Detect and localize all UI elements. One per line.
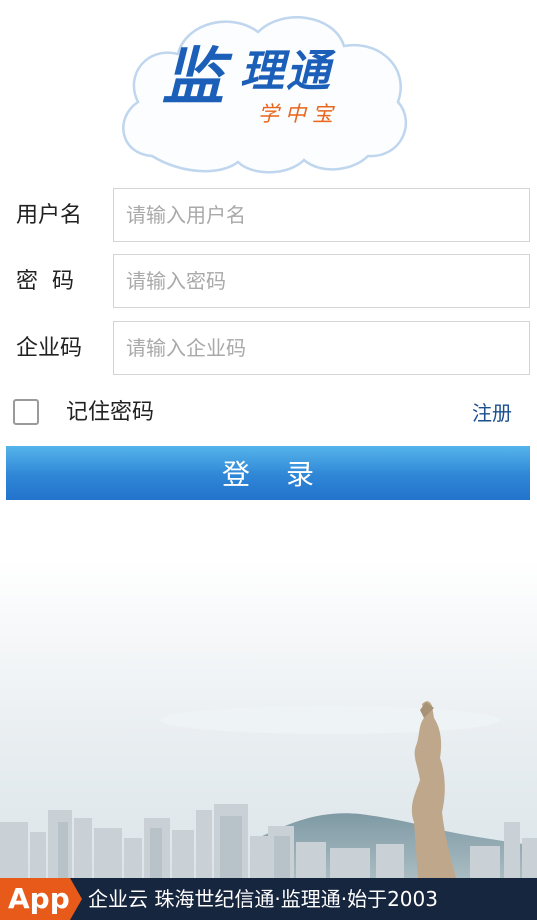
register-link[interactable]: 注册 (472, 388, 512, 438)
username-label: 用户名 (16, 203, 83, 228)
app-badge-label: App (8, 882, 70, 915)
logo-tail-text: 理通 (240, 46, 332, 97)
company-code-input[interactable] (113, 321, 530, 375)
footer-slogan: 企业云 珠海世纪信通·监理通·始于2003 (88, 887, 438, 911)
company-code-label: 企业码 (16, 336, 83, 361)
remember-password-label[interactable]: 记住密码 (66, 388, 154, 438)
remember-password-checkbox[interactable] (13, 399, 39, 425)
company-code-row: 企业码 (0, 321, 537, 377)
remember-row: 记住密码 注册 (0, 388, 537, 438)
logo-subtitle: 学中宝 (258, 102, 339, 126)
username-row: 用户名 (0, 188, 537, 244)
logo-main-char: 监 (162, 40, 224, 113)
app-badge: App (0, 878, 82, 920)
password-input[interactable] (113, 254, 530, 308)
username-input[interactable] (113, 188, 530, 242)
background-image (0, 560, 537, 878)
login-button[interactable]: 登录 (6, 446, 530, 500)
app-logo: 监 理通 学中宝 (112, 6, 412, 176)
password-row: 密 码 (0, 254, 537, 310)
password-label: 密 码 (16, 269, 74, 294)
city-skyline-icon (0, 560, 537, 878)
footer-banner: App 企业云 珠海世纪信通·监理通·始于2003 (0, 878, 537, 920)
